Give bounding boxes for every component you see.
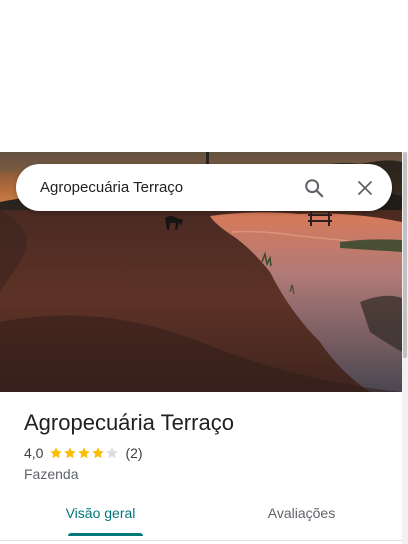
- search-box: [16, 164, 392, 211]
- scrollbar-thumb[interactable]: [403, 152, 407, 358]
- star-rating: [49, 446, 119, 460]
- close-icon: [358, 181, 372, 195]
- place-title: Agropecuária Terraço: [24, 410, 234, 435]
- star-filled-icon: [77, 446, 91, 460]
- star-filled-icon: [63, 446, 77, 460]
- scrollbar[interactable]: [402, 152, 408, 544]
- star-filled-icon: [49, 446, 63, 460]
- maps-place-panel: Agropecuária Terraço 4,0 (2) Fazenda Vis…: [0, 0, 408, 544]
- search-button[interactable]: [301, 175, 327, 201]
- search-icon: [305, 179, 324, 198]
- tab-reviews[interactable]: Avaliações: [201, 496, 402, 540]
- review-count[interactable]: (2): [125, 445, 142, 461]
- star-empty-icon: [105, 446, 119, 460]
- close-button[interactable]: [352, 175, 378, 201]
- rating-value: 4,0: [24, 445, 44, 461]
- tab-bar: Visão geral Avaliações: [0, 496, 402, 541]
- star-filled-icon: [91, 446, 105, 460]
- active-tab-indicator: [68, 533, 143, 536]
- search-input[interactable]: [40, 176, 290, 199]
- place-info: Agropecuária Terraço 4,0 (2) Fazenda: [24, 408, 394, 482]
- rating-row[interactable]: 4,0 (2): [24, 444, 394, 462]
- place-category[interactable]: Fazenda: [24, 466, 394, 482]
